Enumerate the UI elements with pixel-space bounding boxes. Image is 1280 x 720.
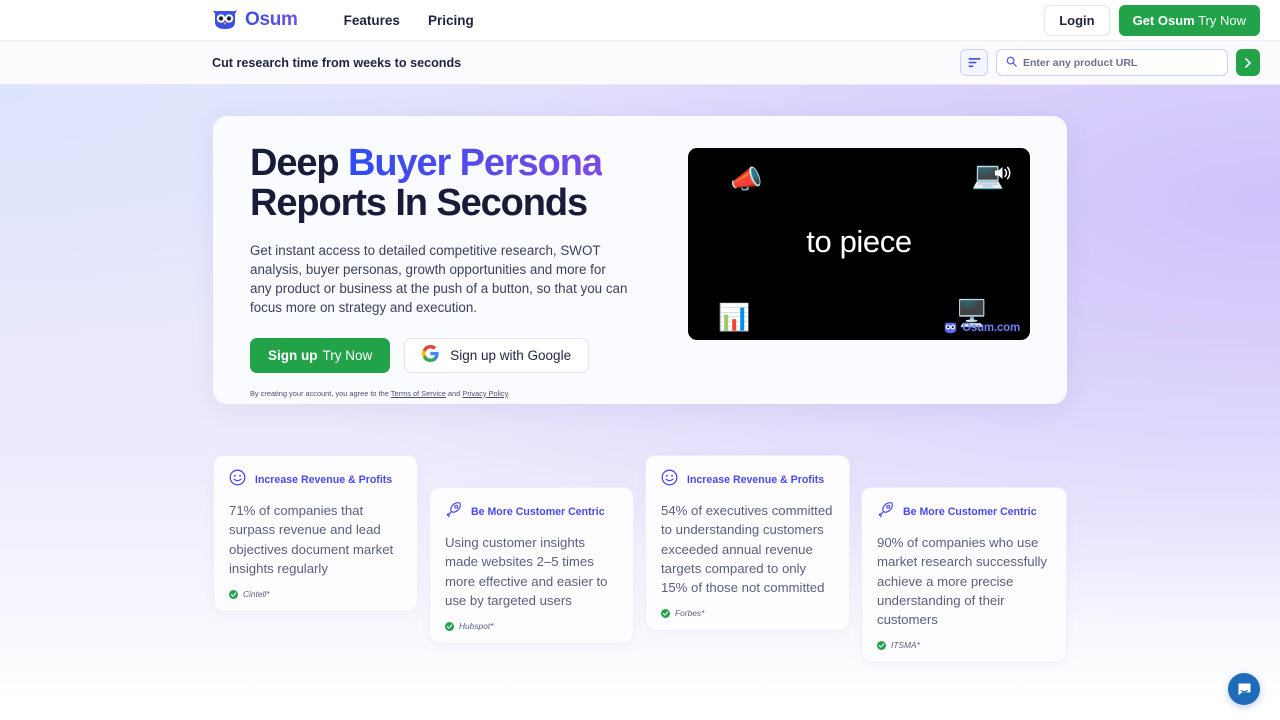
card-title: Be More Customer Centric: [903, 506, 1037, 518]
card-source: ITSMA*: [877, 640, 1051, 650]
owl-logo-icon: [944, 322, 957, 334]
google-button-label: Sign up with Google: [450, 347, 572, 363]
card-title: Increase Revenue & Profits: [255, 474, 393, 486]
speaker-on-icon[interactable]: [993, 165, 1013, 186]
video-watermark: Osum.com: [943, 322, 1020, 334]
chat-widget-button[interactable]: [1228, 673, 1260, 705]
google-g-icon: [422, 345, 439, 365]
search-submit-button[interactable]: [1236, 49, 1260, 76]
hero-content: Deep Buyer Persona Reports In Seconds Ge…: [213, 116, 633, 398]
nav-item-features[interactable]: Features: [344, 13, 400, 28]
hero-cta-row: Sign up Try Now Sign up with Google: [250, 337, 633, 373]
get-osum-sublabel: Try Now: [1198, 12, 1246, 28]
search-icon: [1006, 54, 1017, 72]
stat-card: Be More Customer Centric Using customer …: [429, 487, 634, 645]
rocket-icon: [445, 501, 462, 523]
owl-logo-icon: [212, 10, 238, 30]
top-navigation-bar: Osum Features Pricing Login Get Osum Try…: [0, 0, 1280, 40]
get-osum-label: Get Osum: [1132, 12, 1195, 28]
search-box[interactable]: [996, 49, 1228, 76]
nav-actions: Login Get Osum Try Now: [1044, 4, 1260, 36]
card-body: 54% of executives committed to understan…: [661, 503, 833, 596]
hero-video-player[interactable]: 📣 💻 📊 🖥️ to piece Osum.com: [688, 148, 1030, 340]
card-header: Increase Revenue & Profits: [229, 469, 402, 491]
hero-paragraph: Get instant access to detailed competiti…: [250, 242, 628, 315]
get-osum-button[interactable]: Get Osum Try Now: [1118, 4, 1260, 36]
nav-item-pricing[interactable]: Pricing: [428, 13, 474, 28]
legal-and: and: [445, 388, 463, 398]
check-circle-icon: [445, 621, 454, 631]
card-title: Increase Revenue & Profits: [687, 474, 825, 486]
check-circle-icon: [661, 608, 670, 618]
megaphone-icon: 📣: [730, 164, 763, 194]
hero-stage: Deep Buyer Persona Reports In Seconds Ge…: [0, 85, 1280, 720]
login-button[interactable]: Login: [1044, 4, 1110, 36]
heading-line2: Reports In Seconds: [250, 182, 588, 225]
stat-card: Be More Customer Centric 90% of companie…: [861, 487, 1067, 664]
brand-name: Osum: [245, 9, 298, 30]
legal-suffix: .: [507, 388, 510, 398]
hero-card: Deep Buyer Persona Reports In Seconds Ge…: [213, 116, 1067, 404]
smiley-face-icon: [229, 469, 246, 491]
card-source: Cintell*: [229, 589, 402, 599]
legal-text: By creating your account, you agree to t…: [250, 389, 633, 398]
heading-line1-plain: Deep: [250, 142, 348, 184]
stat-card: Increase Revenue & Profits 54% of execut…: [645, 455, 850, 632]
heading-highlight: Buyer Persona: [347, 142, 603, 184]
card-source-text: Cintell*: [243, 589, 270, 600]
sign-up-label: Sign up: [268, 347, 318, 363]
check-circle-icon: [877, 640, 886, 650]
card-source: Forbes*: [661, 608, 834, 618]
card-source: Hubspot*: [445, 621, 618, 631]
page-title: Deep Buyer Persona Reports In Seconds: [250, 143, 633, 224]
tagline-text: Cut research time from weeks to seconds: [212, 55, 462, 70]
card-source-text: ITSMA*: [891, 640, 920, 651]
card-body: 71% of companies that surpass revenue an…: [229, 503, 394, 576]
privacy-policy-link[interactable]: Privacy Policy: [462, 389, 507, 398]
sign-up-button[interactable]: Sign up Try Now: [250, 337, 391, 373]
chat-bubble-icon: [1238, 683, 1250, 695]
sign-up-sublabel: Try Now: [322, 347, 373, 363]
legal-prefix: By creating your account, you agree to t…: [250, 388, 391, 398]
card-source-text: Forbes*: [675, 608, 705, 619]
check-circle-icon: [229, 589, 238, 599]
documents-magnifier-icon: 📊: [718, 302, 751, 332]
card-header: Be More Customer Centric: [877, 501, 1051, 523]
stat-card: Increase Revenue & Profits 71% of compan…: [213, 455, 418, 613]
brand-logo[interactable]: Osum: [212, 9, 298, 31]
watermark-text: Osum.com: [962, 322, 1020, 334]
card-body: Using customer insights made websites 2–…: [445, 535, 608, 608]
rocket-icon: [877, 501, 894, 523]
filter-icon[interactable]: [960, 49, 988, 76]
smiley-face-icon: [661, 469, 678, 491]
search-input[interactable]: [1023, 56, 1218, 69]
card-body: 90% of companies who use market research…: [877, 535, 1048, 628]
video-caption: to piece: [806, 224, 912, 259]
terms-of-service-link[interactable]: Terms of Service: [391, 389, 446, 398]
card-header: Increase Revenue & Profits: [661, 469, 834, 491]
card-source-text: Hubspot*: [459, 621, 494, 632]
card-header: Be More Customer Centric: [445, 501, 618, 523]
sign-up-google-button[interactable]: Sign up with Google: [404, 337, 590, 373]
nav-links: Features Pricing: [344, 13, 474, 28]
sub-toolbar: Cut research time from weeks to seconds: [0, 40, 1280, 85]
card-title: Be More Customer Centric: [471, 506, 605, 518]
search-group: [960, 49, 1260, 76]
